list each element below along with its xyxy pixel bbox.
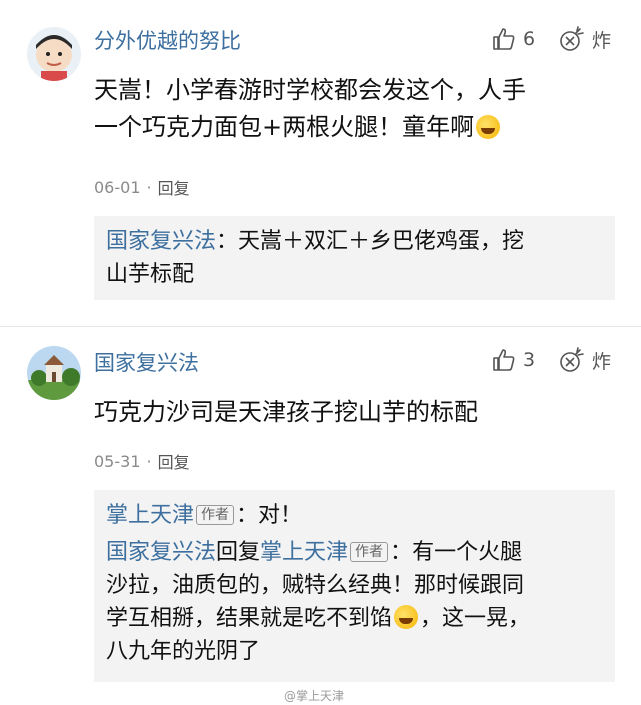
- replies-box: 国家复兴法：天嵩＋双汇＋乡巴佬鸡蛋，挖 山芋标配: [94, 216, 615, 300]
- reply-author[interactable]: 国家复兴法: [106, 229, 216, 254]
- reply-target[interactable]: 掌上天津: [260, 540, 348, 565]
- reply-colon: ：: [236, 503, 259, 528]
- thumbs-up-icon: [493, 28, 515, 50]
- reply-author[interactable]: 掌上天津: [106, 503, 194, 528]
- reply-colon: ：: [216, 229, 239, 254]
- comment-text-line: 一个巧克力面包+两根火腿！童年啊: [94, 109, 624, 146]
- reply-item[interactable]: 掌上天津 作者 ：对！: [106, 499, 606, 532]
- comment-date: 06-01: [94, 177, 141, 197]
- comment-divider: [0, 326, 641, 327]
- comment-username[interactable]: 国家复兴法: [94, 347, 199, 377]
- meta-separator: ·: [146, 451, 152, 471]
- meta-separator: ·: [146, 177, 152, 197]
- comment-username[interactable]: 分外优越的努比: [94, 25, 241, 55]
- reply-text: 天嵩＋双汇＋乡巴佬鸡蛋，挖: [238, 229, 525, 254]
- reply-text: 对！: [258, 503, 303, 528]
- author-badge: 作者: [350, 542, 389, 562]
- reply-text: 沙拉，油质包的，贼特么经典！那时候跟同: [106, 573, 525, 598]
- comment-date: 05-31: [94, 451, 141, 471]
- like-count: 3: [523, 349, 536, 371]
- reply-button[interactable]: 回复: [158, 449, 190, 473]
- firecracker-label: 炸: [592, 350, 612, 373]
- laugh-cry-emoji: [394, 605, 419, 629]
- avatar[interactable]: [27, 346, 81, 400]
- comment-text: 巧克力沙司是天津孩子挖山芋的标配: [94, 394, 624, 431]
- reply-word: 回复: [216, 540, 261, 565]
- firecracker-label: 炸: [592, 29, 612, 52]
- comment-text-line: 巧克力沙司是天津孩子挖山芋的标配: [94, 398, 478, 426]
- comment-meta: 05-31 · 回复: [94, 449, 190, 473]
- comment-text-line: 天嵩！小学春游时学校都会发这个，人手: [94, 76, 526, 104]
- avatar-landscape-icon: [27, 346, 81, 400]
- reply-colon: ：: [390, 540, 413, 565]
- like-button[interactable]: 6: [491, 26, 535, 52]
- avatar[interactable]: [27, 27, 81, 81]
- like-button[interactable]: 3: [491, 347, 535, 373]
- firecracker-button[interactable]: 炸: [558, 25, 611, 53]
- reply-item[interactable]: 国家复兴法回复掌上天津 作者 ：有一个火腿 沙拉，油质包的，贼特么经典！那时候跟同 …: [106, 536, 606, 668]
- like-count: 6: [523, 28, 536, 50]
- comment-meta: 06-01 · 回复: [94, 175, 190, 199]
- firecracker-icon: [560, 26, 584, 51]
- reply-button[interactable]: 回复: [158, 175, 190, 199]
- reply-text: 有一个火腿: [412, 540, 523, 565]
- watermark: @掌上天津: [284, 689, 345, 703]
- reply-text: 八九年的光阴了: [106, 639, 261, 664]
- avatar-cartoon-icon: [27, 27, 81, 81]
- reply-text: ，这一晃，: [420, 606, 531, 631]
- thumbs-up-icon: [493, 349, 515, 371]
- comment-text-fragment: 一个巧克力面包+两根火腿！童年啊: [94, 113, 475, 141]
- firecracker-icon: [560, 347, 584, 372]
- reply-item[interactable]: 国家复兴法：天嵩＋双汇＋乡巴佬鸡蛋，挖 山芋标配: [106, 225, 606, 291]
- comment-text: 天嵩！小学春游时学校都会发这个，人手 一个巧克力面包+两根火腿！童年啊: [94, 72, 624, 146]
- author-badge: 作者: [196, 505, 235, 525]
- laugh-cry-emoji: [476, 115, 501, 139]
- reply-text: 学互相掰，结果就是吃不到馅: [106, 606, 393, 631]
- reply-text: 山芋标配: [106, 262, 195, 287]
- firecracker-button[interactable]: 炸: [558, 346, 611, 374]
- replies-box: 掌上天津 作者 ：对！ 国家复兴法回复掌上天津 作者 ：有一个火腿 沙拉，油质包的，贼特…: [94, 490, 615, 682]
- reply-author[interactable]: 国家复兴法: [106, 540, 216, 565]
